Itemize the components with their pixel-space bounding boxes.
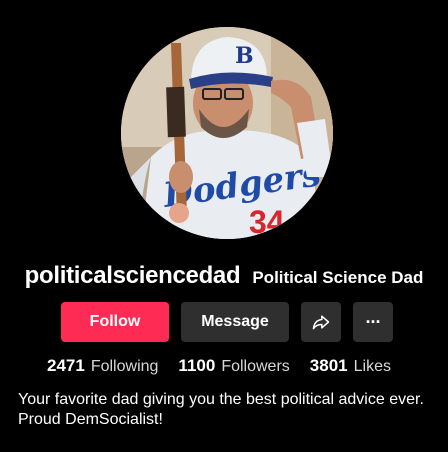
- more-button[interactable]: ···: [353, 302, 393, 342]
- stat-likes: 3801 Likes: [310, 356, 391, 376]
- profile-stats: 2471 Following 1100 Followers 3801 Likes: [47, 356, 391, 376]
- username: politicalsciencedad: [24, 262, 241, 289]
- follow-button[interactable]: Follow: [61, 302, 169, 342]
- likes-label: Likes: [353, 358, 391, 375]
- share-button[interactable]: [301, 302, 341, 342]
- following-label: Following: [90, 358, 159, 375]
- more-dots-icon: ···: [365, 311, 382, 332]
- likes-count: 3801: [309, 356, 348, 375]
- stat-following[interactable]: 2471 Following: [47, 356, 158, 376]
- svg-text:34: 34: [249, 204, 285, 239]
- following-count: 2471: [47, 356, 85, 375]
- name-row: politicalsciencedad Political Science Da…: [0, 262, 448, 290]
- avatar-photo: Dodgers 34 B: [121, 27, 333, 239]
- profile-actions: Follow Message ···: [61, 302, 393, 342]
- profile-page: Dodgers 34 B politicalsciencedad Politic…: [0, 0, 448, 452]
- svg-text:B: B: [235, 43, 254, 69]
- followers-count: 1100: [178, 356, 216, 375]
- display-name: Political Science Dad: [252, 268, 424, 287]
- avatar[interactable]: Dodgers 34 B: [121, 27, 333, 239]
- share-arrow-icon: [312, 315, 330, 330]
- profile-bio: Your favorite dad giving you the best po…: [18, 391, 424, 428]
- stat-followers[interactable]: 1100 Followers: [178, 356, 289, 376]
- followers-label: Followers: [221, 358, 290, 375]
- message-button[interactable]: Message: [181, 302, 289, 342]
